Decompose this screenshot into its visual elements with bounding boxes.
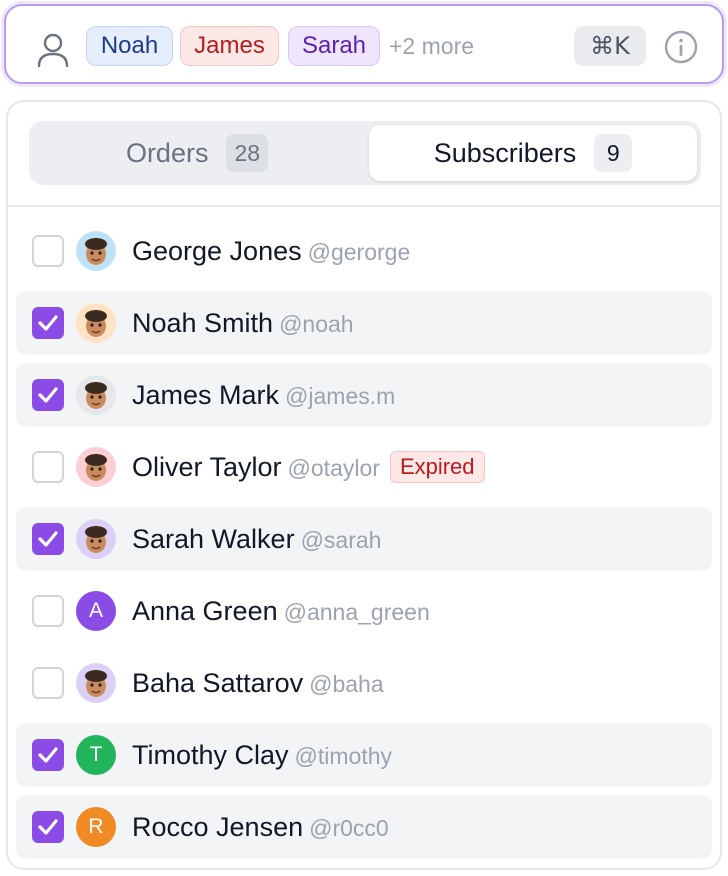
tab-orders[interactable]: Orders 28 bbox=[33, 125, 361, 181]
tab-subscribers-label: Subscribers bbox=[433, 137, 577, 168]
info-icon[interactable] bbox=[664, 30, 698, 64]
avatar-letter: R bbox=[88, 815, 104, 838]
subscriber-name: Oliver Taylor @otaylor Expired bbox=[132, 435, 485, 500]
memoji-bald-icon bbox=[76, 663, 116, 703]
check-icon bbox=[38, 819, 58, 835]
divider bbox=[8, 205, 720, 207]
list-item[interactable]: Sarah Walker @sarah bbox=[16, 507, 712, 571]
row-checkbox[interactable] bbox=[32, 523, 64, 555]
list-item[interactable]: Baha Sattarov @baha bbox=[16, 651, 712, 715]
memoji-hijab-icon bbox=[76, 519, 116, 559]
subscriber-name: Rocco Jensen @r0cc0 bbox=[132, 795, 389, 860]
avatar-letter: T bbox=[89, 743, 103, 766]
status-badge: Expired bbox=[389, 450, 485, 483]
subscriber-name: Sarah Walker @sarah bbox=[132, 507, 381, 572]
subscriber-name: Noah Smith @noah bbox=[132, 291, 354, 356]
list-item[interactable]: Oliver Taylor @otaylor Expired bbox=[16, 435, 712, 499]
row-checkbox[interactable] bbox=[32, 667, 64, 699]
subscriber-name: Baha Sattarov @baha bbox=[132, 651, 384, 716]
subscriber-handle: @otaylor bbox=[287, 455, 380, 481]
row-checkbox[interactable] bbox=[32, 739, 64, 771]
subscriber-name: Anna Green @anna_green bbox=[132, 579, 430, 644]
check-icon bbox=[38, 531, 58, 547]
list-item[interactable]: James Mark @james.m bbox=[16, 363, 712, 427]
row-checkbox[interactable] bbox=[32, 307, 64, 339]
avatar: A bbox=[76, 591, 116, 631]
subscriber-handle: @gerorge bbox=[307, 239, 411, 265]
list-item[interactable]: Noah Smith @noah bbox=[16, 291, 712, 355]
tab-orders-count: 28 bbox=[226, 134, 269, 172]
chip-sarah[interactable]: Sarah bbox=[288, 26, 380, 66]
name-text: Timothy Clay bbox=[132, 740, 289, 770]
subscriber-name: George Jones @gerorge bbox=[132, 219, 410, 284]
list-item[interactable]: T Timothy Clay @timothy bbox=[16, 723, 712, 787]
list-item[interactable]: A Anna Green @anna_green bbox=[16, 579, 712, 643]
tab-subscribers[interactable]: Subscribers 9 bbox=[369, 125, 697, 181]
subscriber-handle: @baha bbox=[309, 671, 384, 697]
more-chips-label[interactable]: +2 more bbox=[389, 26, 474, 66]
name-text: George Jones bbox=[132, 236, 302, 266]
subscriber-handle: @anna_green bbox=[283, 599, 430, 625]
tab-orders-label: Orders bbox=[125, 137, 209, 168]
user-icon bbox=[37, 33, 69, 68]
name-text: Sarah Walker bbox=[132, 524, 295, 554]
chip-james[interactable]: James bbox=[180, 26, 279, 66]
tab-subscribers-count: 9 bbox=[594, 134, 633, 172]
name-text: Anna Green bbox=[132, 596, 278, 626]
memoji-man-icon bbox=[76, 447, 116, 487]
name-text: Oliver Taylor bbox=[132, 452, 282, 482]
tab-switcher: Orders 28 Subscribers 9 bbox=[29, 121, 701, 185]
subscriber-name: Timothy Clay @timothy bbox=[132, 723, 392, 788]
subscriber-panel: Orders 28 Subscribers 9 George Jones @ger… bbox=[6, 100, 722, 870]
check-icon bbox=[38, 747, 58, 763]
subscriber-handle: @noah bbox=[279, 311, 354, 337]
subscriber-handle: @r0cc0 bbox=[309, 815, 389, 841]
memoji-curly-icon bbox=[76, 303, 116, 343]
name-text: James Mark bbox=[132, 380, 280, 410]
row-checkbox[interactable] bbox=[32, 379, 64, 411]
check-icon bbox=[38, 387, 58, 403]
row-checkbox[interactable] bbox=[32, 235, 64, 267]
name-text: Baha Sattarov bbox=[132, 668, 304, 698]
avatar: T bbox=[76, 735, 116, 775]
check-icon bbox=[38, 315, 58, 331]
subscriber-name: James Mark @james.m bbox=[132, 363, 395, 428]
name-text: Rocco Jensen bbox=[132, 812, 304, 842]
subscriber-handle: @sarah bbox=[300, 527, 382, 553]
avatar-letter: A bbox=[88, 599, 103, 622]
name-text: Noah Smith bbox=[132, 308, 274, 338]
search-bar[interactable]: Noah James Sarah +2 more ⌘K bbox=[4, 4, 724, 84]
memoji-hat-icon bbox=[76, 231, 116, 271]
row-checkbox[interactable] bbox=[32, 451, 64, 483]
subscriber-handle: @timothy bbox=[294, 743, 393, 769]
row-checkbox[interactable] bbox=[32, 811, 64, 843]
list-item[interactable]: R Rocco Jensen @r0cc0 bbox=[16, 795, 712, 859]
shortcut-badge: ⌘K bbox=[574, 26, 646, 66]
list-item[interactable]: George Jones @gerorge bbox=[16, 219, 712, 283]
chip-noah[interactable]: Noah bbox=[86, 26, 173, 66]
subscriber-handle: @james.m bbox=[285, 383, 396, 409]
memoji-redcap-icon bbox=[76, 375, 116, 415]
avatar: R bbox=[76, 807, 116, 847]
row-checkbox[interactable] bbox=[32, 595, 64, 627]
